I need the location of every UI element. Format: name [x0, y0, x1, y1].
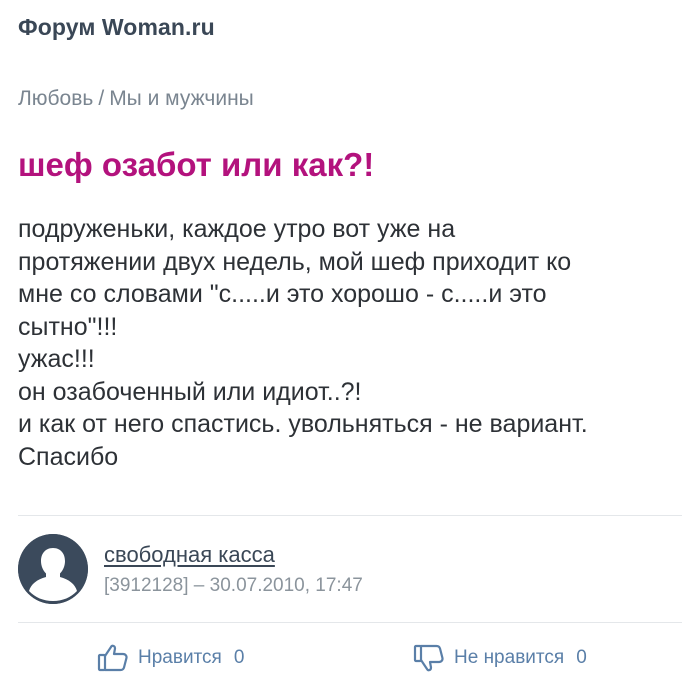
- dislike-label: Не нравится: [454, 647, 565, 668]
- breadcrumb-separator: /: [98, 87, 105, 110]
- post-body-line: протяжении двух недель, мой шеф приходит…: [18, 247, 572, 276]
- like-count: 0: [233, 647, 245, 668]
- thumbs-up-icon: [96, 641, 130, 675]
- dislike-button[interactable]: Не нравится 0: [412, 641, 587, 675]
- avatar[interactable]: [18, 534, 88, 604]
- post-body-line: он озабоченный или идиот..?!: [18, 377, 362, 406]
- author-name-link[interactable]: свободная касса: [104, 542, 275, 568]
- post-body-line: и как от него спастись. увольняться - не…: [18, 410, 588, 438]
- site-title[interactable]: Форум Woman.ru: [18, 14, 215, 41]
- post-body-line: сытно"!!!: [18, 312, 118, 341]
- post-title: шеф озабот или как?!: [18, 146, 375, 183]
- user-silhouette-icon: [18, 534, 88, 604]
- divider: [18, 622, 682, 623]
- post-body-line: ужас!!!: [18, 345, 95, 373]
- dislike-count: 0: [576, 647, 587, 668]
- divider: [18, 515, 682, 516]
- breadcrumb-item-we-and-men[interactable]: Мы и мужчины: [109, 87, 254, 110]
- post-body-line: мне со словами "с.....и это хорошо - с..…: [18, 280, 547, 308]
- forum-post-page: Форум Woman.ru Любовь / Мы и мужчины шеф о…: [0, 0, 700, 688]
- post-body: подруженьки, каждое утро вот уже на прот…: [18, 213, 688, 473]
- thumbs-down-icon: [412, 641, 446, 675]
- post-body-line: подруженьки, каждое утро вот уже на: [18, 215, 456, 243]
- like-label: Нравится: [138, 647, 222, 668]
- post-body-line: Спасибо: [18, 442, 119, 471]
- like-button[interactable]: Нравится 0: [96, 641, 244, 675]
- breadcrumb-item-love[interactable]: Любовь: [18, 87, 93, 110]
- breadcrumb: Любовь / Мы и мужчины: [18, 87, 254, 111]
- author-meta: [3912128] – 30.07.2010, 17:47: [104, 575, 363, 596]
